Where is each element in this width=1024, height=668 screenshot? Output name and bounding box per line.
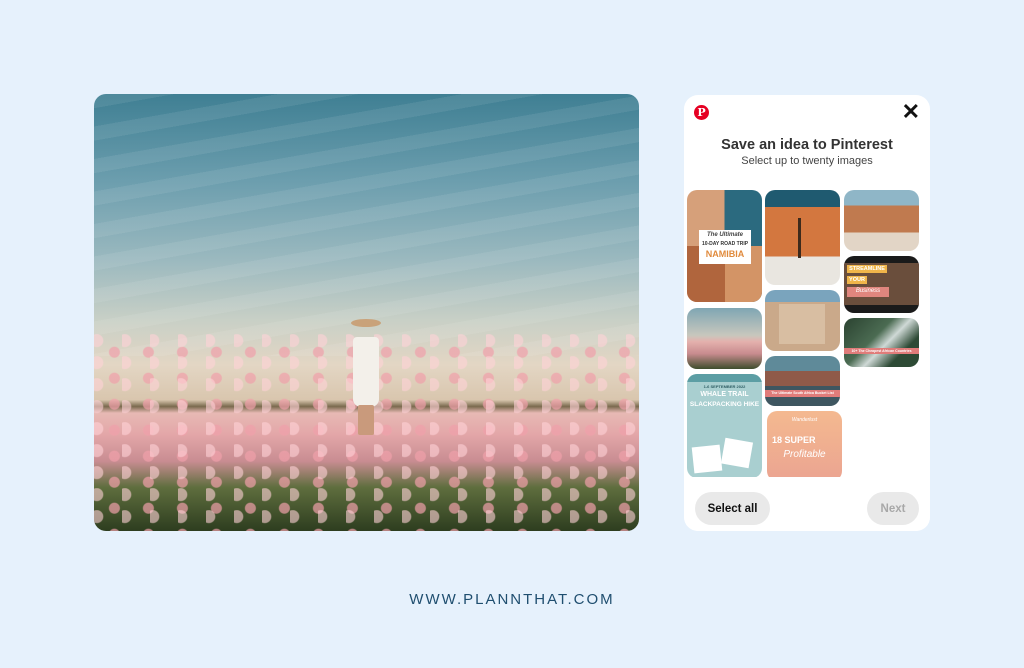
image-tile-deadvlei[interactable]	[765, 190, 840, 285]
straw-hat	[351, 319, 381, 327]
image-tile-waterfall[interactable]: 10+ The Cheapest African Countries	[844, 318, 919, 367]
image-tile-mountains[interactable]	[844, 190, 919, 251]
tile-text: 10-DAY ROAD TRIP	[701, 241, 749, 247]
tile-text: The Ultimate	[706, 232, 743, 238]
tile-text: 10+ The Cheapest African Countries	[851, 349, 912, 353]
pinterest-save-modal: P ✕ Save an idea to Pinterest Select up …	[684, 95, 930, 531]
image-tile-profitable[interactable]: Wanderlust 18 SUPER Profitable	[767, 411, 842, 477]
select-all-button[interactable]: Select all	[695, 492, 770, 525]
hero-photo	[94, 94, 639, 531]
tile-text: Business	[855, 288, 881, 294]
pinterest-logo-icon: P	[694, 105, 709, 120]
legs	[358, 405, 374, 435]
woman-figure	[343, 319, 387, 439]
modal-subtitle: Select up to twenty images	[741, 155, 873, 167]
tile-text: Profitable	[783, 449, 826, 460]
tile-text: 18 SUPER	[772, 435, 816, 445]
image-tile-whale-trail[interactable]: 1-6 SEPTEMBER 2022 WHALE TRAIL SLACKPACK…	[687, 374, 762, 477]
tile-text: YOUR	[849, 277, 865, 283]
white-dress	[353, 337, 379, 407]
image-tile-abandoned-house[interactable]	[765, 290, 840, 351]
website-url: WWW.PLANNTHAT.COM	[409, 591, 615, 608]
sky-clouds	[94, 94, 639, 357]
image-grid: The Ultimate 10-DAY ROAD TRIP NAMIBIA 1-…	[687, 189, 927, 477]
image-tile-namibia[interactable]: The Ultimate 10-DAY ROAD TRIP NAMIBIA	[687, 190, 762, 302]
tile-text: STREAMLINE	[849, 266, 885, 272]
image-tile-streamline[interactable]: STREAMLINE YOUR Business	[844, 256, 919, 313]
close-icon[interactable]: ✕	[902, 101, 920, 123]
tile-text: SLACKPACKING HIKE	[689, 401, 760, 408]
tile-text: 1-6 SEPTEMBER 2022	[703, 384, 746, 389]
image-tile-flower-field[interactable]	[687, 308, 762, 369]
modal-title: Save an idea to Pinterest	[721, 137, 893, 153]
next-button[interactable]: Next	[867, 492, 919, 525]
image-tile-coastal-rocks[interactable]: The Ultimate South Africa Bucket List	[765, 356, 840, 406]
modal-footer: Select all Next	[684, 477, 930, 531]
namibia-title-card: The Ultimate 10-DAY ROAD TRIP NAMIBIA	[699, 230, 751, 264]
tile-text: Wanderlust	[791, 417, 818, 423]
tile-text: WHALE TRAIL	[700, 391, 749, 398]
tile-text: The Ultimate South Africa Bucket List	[771, 391, 834, 395]
tile-text: NAMIBIA	[705, 249, 745, 259]
